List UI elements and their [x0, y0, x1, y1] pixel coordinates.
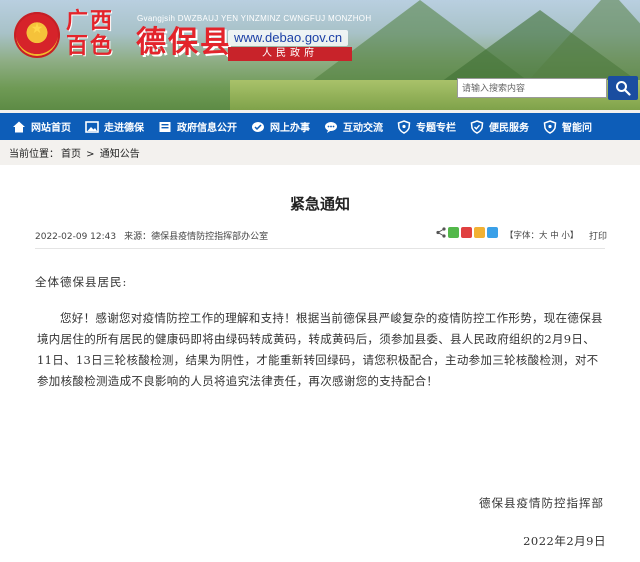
gov-label: 人民政府 — [228, 47, 352, 61]
pinyin-name: Gvangjsih DWZBAUJ YEN YINZMINZ CWNGFUJ M… — [137, 14, 372, 23]
nav-item-gov-info[interactable]: 政府信息公开 — [158, 113, 237, 140]
article-panel: 紧急通知 2022-02-09 12:43 来源：德保县疫情防控指挥部办公室 【字… — [0, 165, 640, 562]
nav-item-public-service[interactable]: 便民服务 — [470, 113, 529, 140]
nav-item-smart-qa[interactable]: 智能问 — [543, 113, 592, 140]
search-input[interactable] — [457, 78, 607, 98]
breadcrumb-current-link[interactable]: 通知公告 — [100, 149, 140, 160]
national-emblem-icon: ★ — [14, 12, 60, 58]
article-date: 2022年2月9日 — [523, 534, 606, 548]
region-line2: 百色 — [66, 33, 115, 59]
nav-item-about[interactable]: 走进德保 — [85, 113, 144, 140]
breadcrumb-separator: > — [83, 149, 98, 160]
county-logo[interactable]: 德保县 — [136, 26, 232, 60]
article-title: 紧急通知 — [289, 195, 350, 213]
breadcrumb: 当前位置： 首页 > 通知公告 — [9, 149, 142, 161]
nav-label: 互动交流 — [343, 123, 383, 134]
hand-icon — [251, 120, 265, 134]
breadcrumb-home-link[interactable]: 首页 — [61, 149, 81, 160]
share-icon[interactable] — [436, 227, 446, 238]
nav-item-topics[interactable]: 专题专栏 — [397, 113, 456, 140]
home-icon — [12, 120, 26, 134]
search-button[interactable] — [608, 76, 638, 100]
shield-check-icon — [470, 119, 484, 134]
search-icon — [616, 81, 631, 96]
nav-label: 网站首页 — [31, 123, 71, 134]
nav-item-interaction[interactable]: 互动交流 — [324, 113, 383, 140]
share-tools — [436, 227, 500, 238]
chat-icon — [324, 120, 338, 134]
font-size-switch[interactable]: 【字体：大 中 小】 — [505, 229, 578, 241]
article-source: 来源：德保县疫情防控指挥部办公室 — [124, 232, 269, 242]
article-meta: 2022-02-09 12:43 来源：德保县疫情防控指挥部办公室 — [35, 229, 268, 242]
qq-icon[interactable] — [487, 227, 498, 238]
main-nav: 网站首页 走进德保 政府信息公开 网上办事 互动交流 专题专栏 便民服务 智能问 — [0, 113, 640, 140]
qzone-icon[interactable] — [474, 227, 485, 238]
nav-item-online-service[interactable]: 网上办事 — [251, 113, 310, 140]
nav-label: 智能问 — [562, 123, 592, 134]
nav-label: 网上办事 — [270, 123, 310, 134]
region-line1: 广西 — [66, 8, 115, 34]
article-datetime: 2022-02-09 12:43 — [35, 232, 117, 242]
picture-icon — [85, 120, 99, 134]
article-body: 您好！感谢您对疫情防控工作的理解和支持！根据当前德保县严峻复杂的疫情防控工作形势… — [37, 311, 603, 388]
weibo-icon[interactable] — [461, 227, 472, 238]
meta-divider — [35, 248, 605, 249]
nav-label: 走进德保 — [104, 123, 144, 134]
article-salutation: 全体德保县居民: — [35, 275, 128, 289]
article-signature: 德保县疫情防控指挥部 — [479, 496, 604, 510]
site-url: www.debao.gov.cn — [228, 30, 349, 46]
shield-icon — [543, 119, 557, 134]
nav-item-home[interactable]: 网站首页 — [12, 113, 71, 140]
wechat-icon[interactable] — [448, 227, 459, 238]
nav-label: 政府信息公开 — [177, 123, 237, 134]
print-link[interactable]: 打印 — [589, 229, 607, 242]
document-icon — [158, 120, 172, 134]
nav-label: 专题专栏 — [416, 123, 456, 134]
breadcrumb-prefix: 当前位置： — [9, 149, 59, 160]
site-banner: ★ 广西 百色 Gvangjsih DWZBAUJ YEN YINZMINZ C… — [0, 0, 640, 110]
nav-label: 便民服务 — [489, 123, 529, 134]
shield-icon — [397, 119, 411, 134]
